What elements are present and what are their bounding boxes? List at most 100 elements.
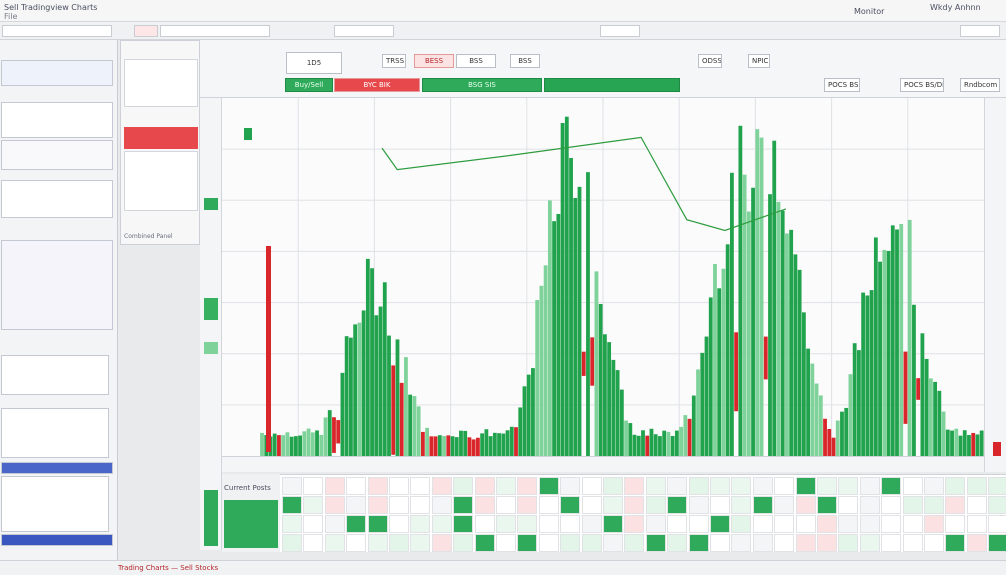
grid-cell[interactable] [774, 534, 795, 552]
grid-cell[interactable] [367, 477, 388, 495]
menu-file[interactable]: File [4, 12, 114, 21]
grid-cell[interactable] [453, 534, 474, 552]
grid-cell[interactable] [282, 477, 302, 495]
green-tab-1[interactable]: Buy/Sell [285, 78, 333, 92]
grid-cell[interactable] [282, 496, 302, 514]
green-tab-2[interactable]: BSG SIS [422, 78, 542, 92]
grid-cell[interactable] [303, 496, 324, 514]
tf-chip[interactable] [600, 25, 640, 37]
far-right-1[interactable]: POCS BS [824, 78, 860, 92]
grid-cell[interactable] [517, 477, 538, 495]
price-chart[interactable] [222, 98, 984, 463]
right-btn-1[interactable]: ODSS BS [698, 54, 722, 68]
grid-cell[interactable] [474, 534, 495, 552]
grid-cell[interactable] [902, 496, 923, 514]
grid-cell[interactable] [496, 515, 516, 533]
grid-cell[interactable] [731, 496, 752, 514]
grid-cell[interactable] [410, 477, 431, 495]
grid-cell[interactable] [945, 477, 966, 495]
grid-cell[interactable] [859, 515, 880, 533]
grid-cell[interactable] [924, 534, 944, 552]
grid-cell[interactable] [645, 496, 666, 514]
grid-cell[interactable] [303, 515, 324, 533]
grid-cell[interactable] [496, 477, 516, 495]
grid-cell[interactable] [560, 534, 581, 552]
grid-cell[interactable] [731, 477, 752, 495]
grid-cell[interactable] [645, 534, 666, 552]
grid-cell[interactable] [538, 534, 559, 552]
selected-row[interactable] [1, 462, 113, 474]
more-chip[interactable] [960, 25, 1000, 37]
grid-cell[interactable] [924, 477, 944, 495]
grid-cell[interactable] [988, 496, 1006, 514]
watchlist-block-1[interactable] [1, 102, 113, 138]
grid-cell[interactable] [710, 496, 730, 514]
grid-cell[interactable] [346, 515, 367, 533]
grid-cell[interactable] [581, 477, 602, 495]
grid-cell[interactable] [752, 534, 773, 552]
grid-cell[interactable] [795, 477, 816, 495]
grid-cell[interactable] [431, 477, 452, 495]
grid-cell[interactable] [324, 534, 345, 552]
grid-cell[interactable] [645, 515, 666, 533]
grid-cell[interactable] [496, 496, 516, 514]
grid-cell[interactable] [474, 515, 495, 533]
sell-box[interactable] [124, 127, 198, 149]
grid-cell[interactable] [881, 534, 902, 552]
grid-cell[interactable] [945, 515, 966, 533]
grid-cell[interactable] [431, 515, 452, 533]
grid-cell[interactable] [988, 534, 1006, 552]
grid-cell[interactable] [282, 515, 302, 533]
grid-cell[interactable] [581, 534, 602, 552]
grid-cell[interactable] [966, 477, 987, 495]
grid-cell[interactable] [474, 477, 495, 495]
grid-cell[interactable] [367, 534, 388, 552]
far-right-2[interactable]: POCS BS/DD [900, 78, 944, 92]
grid-cell[interactable] [624, 496, 645, 514]
grid-cell[interactable] [282, 534, 302, 552]
grid-cell[interactable] [795, 496, 816, 514]
grid-cell[interactable] [431, 534, 452, 552]
grid-cell[interactable] [710, 534, 730, 552]
grid-cell[interactable] [838, 496, 859, 514]
grid-cell[interactable] [881, 477, 902, 495]
grid-cell[interactable] [367, 496, 388, 514]
grid-cell[interactable] [731, 534, 752, 552]
grid-cell[interactable] [924, 515, 944, 533]
grid-cell[interactable] [410, 515, 431, 533]
grid-cell[interactable] [324, 515, 345, 533]
grid-cell[interactable] [389, 496, 409, 514]
grid-cell[interactable] [538, 477, 559, 495]
grid-cell[interactable] [688, 496, 709, 514]
grid-cell[interactable] [859, 477, 880, 495]
red-tab[interactable]: BYC BIK [334, 78, 420, 92]
segment-4[interactable]: BSS [456, 54, 496, 68]
grid-cell[interactable] [367, 515, 388, 533]
watchlist-block-5[interactable] [1, 355, 109, 395]
grid-cell[interactable] [560, 496, 581, 514]
grid-cell[interactable] [474, 496, 495, 514]
grid-cell[interactable] [389, 515, 409, 533]
info-chip[interactable] [160, 25, 270, 37]
grid-cell[interactable] [881, 515, 902, 533]
watchlist-block-7[interactable] [1, 476, 109, 532]
grid-cell[interactable] [710, 515, 730, 533]
grid-cell[interactable] [667, 477, 688, 495]
grid-cell[interactable] [603, 496, 623, 514]
red-chip[interactable] [134, 25, 158, 37]
ticker-chip[interactable] [2, 25, 112, 37]
order-box[interactable] [124, 59, 198, 107]
grid-cell[interactable] [346, 477, 367, 495]
grid-cell[interactable] [346, 496, 367, 514]
grid-cell[interactable] [517, 496, 538, 514]
grid-cell[interactable] [538, 515, 559, 533]
grid-cell[interactable] [752, 477, 773, 495]
segment-3[interactable]: BESS [414, 54, 454, 68]
grid-cell[interactable] [966, 515, 987, 533]
segment-5[interactable]: BSS [510, 54, 540, 68]
grid-cell[interactable] [795, 534, 816, 552]
order-lines[interactable] [124, 151, 198, 211]
watchlist-block-2[interactable] [1, 140, 113, 170]
grid-cell[interactable] [410, 496, 431, 514]
grid-cell[interactable] [410, 534, 431, 552]
